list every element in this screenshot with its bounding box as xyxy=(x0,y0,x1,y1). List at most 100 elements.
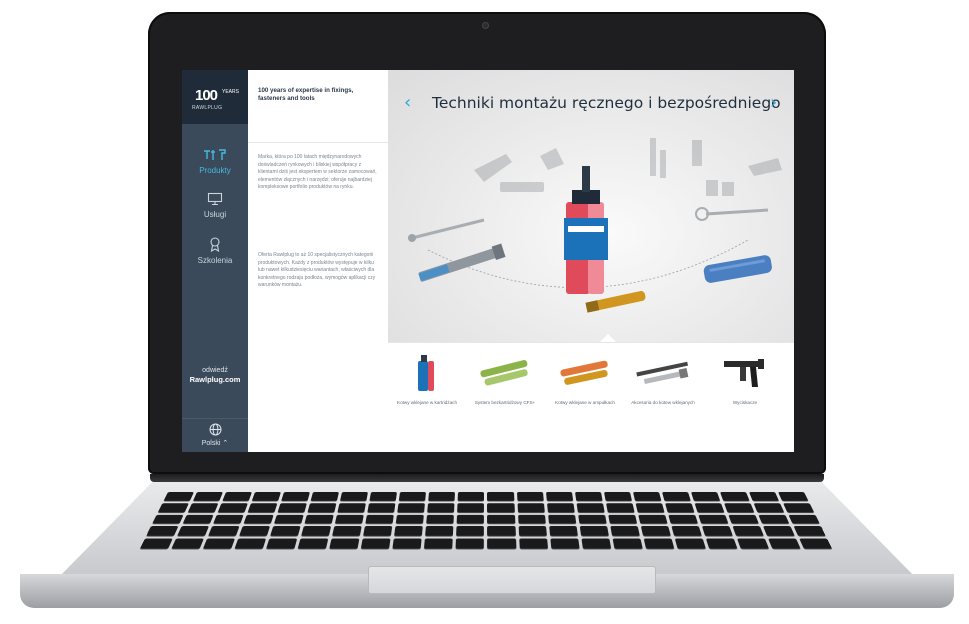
cfs-product-image xyxy=(480,360,528,386)
language-selector[interactable]: Polski ⌃ xyxy=(182,418,248,452)
keyboard-key xyxy=(664,503,695,512)
ampoule-product-image xyxy=(560,360,608,385)
sidebar-item-uslugi[interactable]: Usługi xyxy=(182,192,248,219)
keyboard-key xyxy=(640,526,671,536)
keyboard-key xyxy=(547,514,576,524)
keyboard-key xyxy=(281,492,311,501)
keyboard-key xyxy=(456,538,485,549)
product-card[interactable]: Kotwy wklejane w ampułkach xyxy=(550,352,620,406)
keyboard-key xyxy=(549,538,580,549)
keyboard-key xyxy=(548,526,578,536)
sidebar-item-label: Produkty xyxy=(199,166,231,175)
keyboard-key xyxy=(397,503,426,512)
product-card[interactable]: System bezkartridżowy CFS+ xyxy=(470,352,540,406)
keyboard-key xyxy=(763,526,795,536)
keyboard-key xyxy=(643,538,675,549)
keyboard-key xyxy=(307,503,337,512)
sidebar-item-produkty[interactable]: Produkty xyxy=(182,148,248,175)
keyboard-key xyxy=(667,514,698,524)
keyboard-key xyxy=(579,526,609,536)
keyboard-key xyxy=(427,503,455,512)
keyboard-key xyxy=(340,492,369,501)
keyboard-key xyxy=(574,492,603,501)
laptop-lid: 100 YEARS RAWLPLUG Produkty Usługi Szkol… xyxy=(148,12,826,474)
keyboard-key xyxy=(637,514,668,524)
keyboard-key xyxy=(487,514,515,524)
sidebar-item-szkolenia[interactable]: Szkolenia xyxy=(182,236,248,265)
keyboard-key xyxy=(177,526,209,536)
accessories-product-image xyxy=(636,361,689,385)
keyboard-key xyxy=(425,526,454,536)
keyboard-key xyxy=(392,538,423,549)
intro-heading: 100 years of expertise in fixings, faste… xyxy=(258,87,354,102)
hero-banner: ‹ Techniki montażu ręcznego i bezpośredn… xyxy=(388,70,794,342)
product-label: Kotwy wklejane w kartridżach xyxy=(397,400,457,405)
sidebar-item-label: Szkolenia xyxy=(197,256,233,265)
keyboard-key xyxy=(748,492,779,501)
keyboard-key xyxy=(426,514,455,524)
keyboard-key xyxy=(603,492,632,501)
product-card[interactable]: Wyciskacze xyxy=(710,352,780,406)
keyboard-key xyxy=(188,503,219,512)
laptop-screen: 100 YEARS RAWLPLUG Produkty Usługi Szkol… xyxy=(182,70,794,452)
keyboard-key xyxy=(723,503,755,512)
product-card[interactable]: Akcesoria do kotew wklejanych xyxy=(628,352,698,406)
keyboard-key xyxy=(361,538,391,549)
keyboard-key xyxy=(335,514,365,524)
keyboard-key xyxy=(487,503,515,512)
keyboard-key xyxy=(158,503,189,512)
product-category-strip: Kotwy wklejane w kartridżach System bezk… xyxy=(388,342,794,452)
keyboard-key xyxy=(171,538,204,549)
keyboard-key xyxy=(252,492,282,501)
visit-rawlplug-link[interactable]: odwiedź Rawlplug.com xyxy=(182,366,248,385)
keyboard-key xyxy=(139,538,173,549)
keyboard-key xyxy=(545,492,573,501)
keyboard-key xyxy=(518,526,547,536)
keyboard-key xyxy=(399,492,427,501)
keyboard-key xyxy=(581,538,611,549)
keyboard-key xyxy=(487,492,514,501)
keyboard-key xyxy=(758,514,790,524)
keyboard-key xyxy=(297,538,329,549)
logo-brand: RAWLPLUG xyxy=(192,105,223,111)
keyboard-key xyxy=(182,514,214,524)
keyboard-key xyxy=(247,503,278,512)
product-card[interactable]: Kotwy wklejane w kartridżach xyxy=(392,352,462,406)
keyboard-key xyxy=(661,492,691,501)
tools-icon xyxy=(204,149,226,160)
keyboard-key xyxy=(768,538,801,549)
keyboard-key xyxy=(777,492,809,501)
hero-product-illustration xyxy=(408,138,782,313)
monitor-icon xyxy=(207,192,223,206)
product-label: Wyciskacze xyxy=(732,400,758,405)
keyboard-key xyxy=(222,492,253,501)
language-label: Polski ⌃ xyxy=(201,440,229,447)
laptop-keyboard xyxy=(139,492,833,549)
sidebar: 100 YEARS RAWLPLUG Produkty Usługi Szkol… xyxy=(182,70,248,452)
keyboard-key xyxy=(698,514,729,524)
intro-paragraph-2: Oferta Rawlplug to aż 10 specjalistyczny… xyxy=(258,252,376,289)
keyboard-key xyxy=(310,492,340,501)
laptop-trackpad xyxy=(368,566,656,594)
divider xyxy=(248,142,388,143)
sidebar-item-label: Usługi xyxy=(203,210,227,219)
keyboard-key xyxy=(788,514,820,524)
camera-icon xyxy=(482,22,489,29)
keyboard-key xyxy=(518,538,548,549)
keyboard-key xyxy=(243,514,274,524)
keyboard-key xyxy=(217,503,249,512)
keyboard-key xyxy=(146,526,179,536)
keyboard-key xyxy=(203,538,236,549)
keyboard-key xyxy=(793,526,826,536)
keyboard-key xyxy=(517,514,546,524)
keyboard-key xyxy=(396,514,425,524)
brand-logo[interactable]: 100 YEARS RAWLPLUG xyxy=(182,70,248,124)
keyboard-key xyxy=(612,538,643,549)
keyboard-key xyxy=(546,503,575,512)
product-label: Akcesoria do kotew wklejanych xyxy=(631,400,695,405)
certificate-icon xyxy=(210,237,220,252)
keyboard-key xyxy=(799,538,833,549)
keyboard-key xyxy=(394,526,424,536)
keyboard-key xyxy=(736,538,769,549)
keyboard-key xyxy=(782,503,814,512)
